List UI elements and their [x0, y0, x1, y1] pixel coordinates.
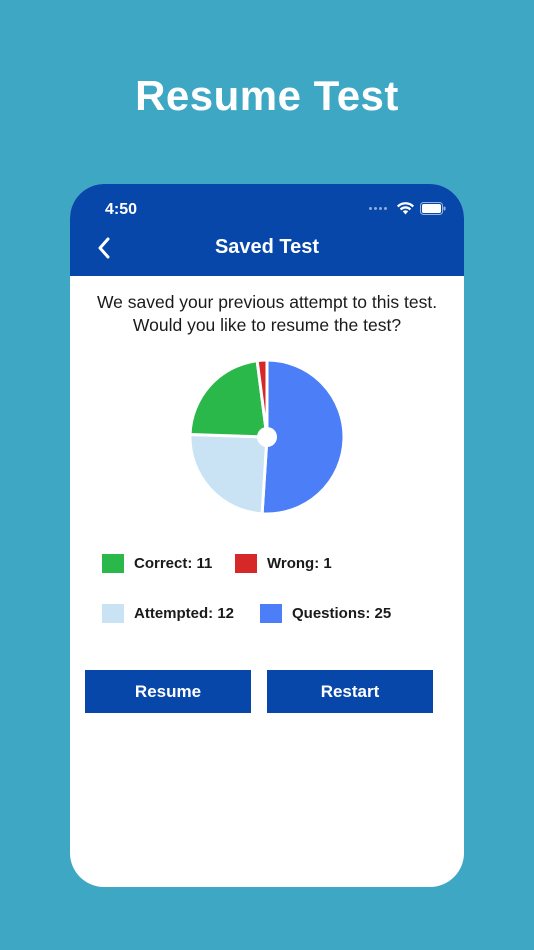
status-time: 4:50 — [105, 201, 138, 218]
attempted-swatch — [102, 604, 124, 623]
correct-swatch — [102, 554, 124, 573]
pie-center-hole — [257, 427, 277, 447]
legend-correct: Correct: 11 — [102, 554, 212, 573]
legend-correct-label: Correct: 11 — [134, 555, 213, 572]
legend-attempted-label: Attempted: 12 — [134, 605, 235, 622]
progress-pie-chart — [187, 357, 347, 517]
message-line-1: We saved your previous attempt to this t… — [96, 292, 438, 312]
restart-button[interactable]: Restart — [267, 670, 433, 713]
wifi-icon — [397, 202, 414, 215]
message-line-2: Would you like to resume the test? — [132, 315, 402, 335]
navigation-bar: 4:50 Saved Test — [70, 184, 464, 276]
legend-questions: Questions: 25 — [260, 604, 391, 623]
signal-icon — [369, 207, 387, 210]
phone-screen: 4:50 Saved Test We saved your previous a… — [70, 184, 464, 887]
status-icons — [369, 202, 446, 215]
wrong-swatch — [235, 554, 257, 573]
promo-title: Resume Test — [135, 72, 399, 119]
pie-slice-attempted — [188, 433, 269, 516]
resume-button[interactable]: Resume — [85, 670, 251, 713]
pie-slice-correct — [188, 359, 269, 439]
legend-wrong-label: Wrong: 1 — [267, 555, 332, 572]
legend-questions-label: Questions: 25 — [292, 605, 392, 622]
legend-wrong: Wrong: 1 — [235, 554, 332, 573]
legend-attempted: Attempted: 12 — [102, 604, 234, 623]
resume-message: We saved your previous attempt to this t… — [70, 291, 464, 337]
questions-swatch — [260, 604, 282, 623]
page-title: Saved Test — [214, 236, 320, 258]
battery-icon — [420, 202, 446, 215]
